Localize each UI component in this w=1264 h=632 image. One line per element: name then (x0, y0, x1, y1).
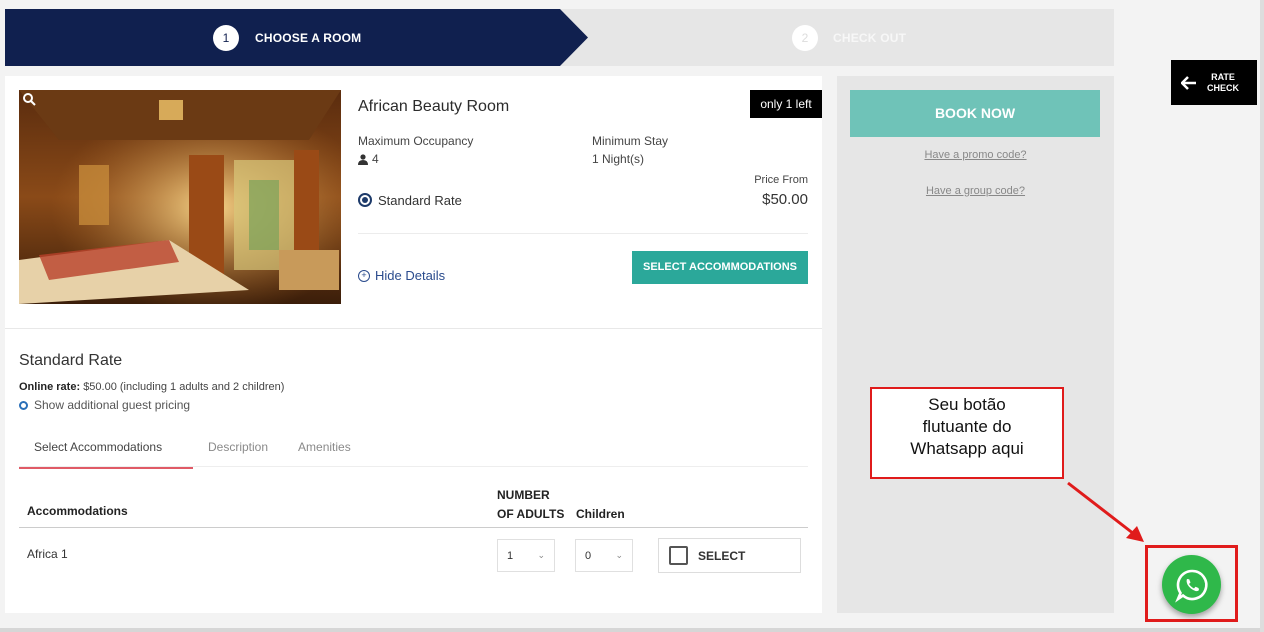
step2-label: CHECK OUT (833, 31, 907, 45)
col-header-children: Children (576, 507, 625, 521)
price-from-value: $50.00 (762, 191, 808, 208)
divider (19, 466, 808, 467)
chevron-down-icon: ⌄ (615, 550, 623, 560)
occupancy-value: 4 (358, 152, 379, 166)
divider (358, 233, 808, 234)
tab-select-accommodations[interactable]: Select Accommodations (19, 431, 193, 469)
booking-stepper: 1 CHOOSE A ROOM 2 CHECK OUT (5, 9, 1114, 66)
hide-details-label: Hide Details (375, 268, 446, 283)
group-code-link[interactable]: Have a group code? (837, 185, 1114, 197)
rate-check-label: RATE CHECK (1207, 72, 1239, 94)
whatsapp-icon (1174, 569, 1208, 603)
show-additional-label: Show additional guest pricing (34, 398, 191, 412)
annotation-line1: Seu botão (928, 395, 1006, 414)
standard-rate-radio[interactable] (358, 193, 372, 207)
rate-details-title: Standard Rate (19, 352, 123, 369)
divider (5, 328, 822, 329)
table-divider (19, 527, 808, 528)
room-photo[interactable] (19, 90, 341, 304)
select-checkbox[interactable] (669, 546, 688, 565)
room-title: African Beauty Room (358, 98, 510, 115)
arrow-left-icon (1181, 75, 1196, 90)
price-from-label: Price From (754, 174, 808, 186)
hide-details-link[interactable]: + Hide Details (358, 268, 445, 283)
annotation-line3: Whatsapp aqui (910, 439, 1024, 458)
col-header-adults-line2: OF ADULTS (497, 507, 565, 521)
room-photo-image (19, 90, 341, 304)
standard-rate-label: Standard Rate (378, 193, 462, 208)
circle-icon (19, 400, 28, 410)
step1-label: CHOOSE A ROOM (255, 31, 362, 45)
show-additional-pricing-link[interactable]: Show additional guest pricing (19, 398, 190, 412)
select-accommodations-button[interactable]: SELECT ACCOMMODATIONS (632, 251, 808, 284)
search-icon[interactable] (22, 92, 36, 106)
occupancy-label: Maximum Occupancy (358, 134, 474, 148)
online-rate-text: Online rate: $50.00 (including 1 adults … (19, 381, 284, 393)
col-header-accommodations: Accommodations (27, 504, 128, 518)
select-room-button[interactable]: SELECT (658, 538, 801, 573)
min-stay-label: Minimum Stay (592, 134, 669, 148)
rate-check-button[interactable]: RATE CHECK (1171, 60, 1257, 105)
rate-tabs: Select Accommodations Description Amenit… (19, 431, 366, 469)
chevron-down-icon: ⌄ (537, 550, 545, 560)
plus-circle-icon: + (358, 269, 370, 282)
rate-check-line1: RATE (1211, 71, 1235, 82)
online-rate-label: Online rate: (19, 381, 81, 393)
availability-badge: only 1 left (750, 90, 822, 118)
promo-code-link[interactable]: Have a promo code? (837, 149, 1114, 161)
adults-value: 1 (507, 549, 514, 562)
children-select[interactable]: 0 ⌄ (575, 539, 633, 572)
table-row-name: Africa 1 (27, 547, 68, 561)
red-arrow (1067, 481, 1144, 542)
children-value: 0 (585, 549, 592, 562)
rate-check-line2: CHECK (1207, 82, 1240, 93)
annotation-callout: Seu botão flutuante do Whatsapp aqui (870, 387, 1064, 479)
adults-select[interactable]: 1 ⌄ (497, 539, 555, 572)
occupancy-number: 4 (372, 152, 379, 166)
step1-number: 1 (213, 25, 239, 51)
online-rate-value: $50.00 (including 1 adults and 2 childre… (83, 381, 285, 393)
book-now-button[interactable]: BOOK NOW (850, 90, 1100, 137)
page-right-border (1260, 0, 1264, 632)
page-bottom-border (0, 628, 1264, 632)
tab-description[interactable]: Description (193, 431, 283, 469)
min-stay-value: 1 Night(s) (592, 152, 645, 166)
whatsapp-floating-button[interactable] (1162, 555, 1221, 614)
tab-amenities[interactable]: Amenities (283, 431, 366, 469)
person-icon (358, 153, 368, 165)
room-card: African Beauty Room only 1 left Maximum … (5, 76, 822, 613)
step2-number: 2 (792, 25, 818, 51)
col-header-adults-line1: NUMBER (497, 488, 550, 502)
annotation-line2: flutuante do (922, 417, 1012, 436)
select-label: SELECT (698, 548, 746, 563)
